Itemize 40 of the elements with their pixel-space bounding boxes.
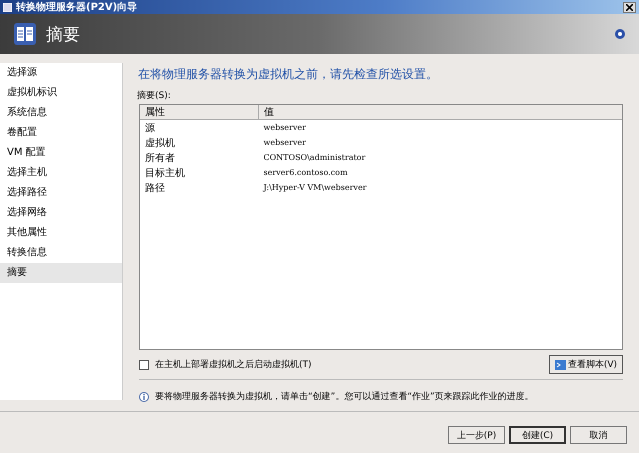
- step-item[interactable]: 选择网络: [0, 203, 122, 223]
- table-cell: 源: [140, 120, 258, 135]
- summary-heading: 在将物理服务器转换为虚拟机之前，请先检查所选设置。: [138, 66, 439, 83]
- wizard-button[interactable]: 上一步(P): [448, 426, 505, 444]
- table-cell-text: server6.contoso.com: [262, 167, 349, 179]
- table-cell: webserver: [258, 120, 622, 135]
- table-cell-text: 所有者: [144, 152, 176, 165]
- table-cell-text: 目标主机: [144, 166, 186, 180]
- page-title: 摘要: [46, 24, 80, 46]
- step-item[interactable]: 虚拟机标识: [0, 83, 122, 103]
- column-header: 属性: [140, 105, 258, 120]
- column-header: 值: [258, 105, 622, 120]
- table-cell-text: webserver: [262, 137, 307, 149]
- step-item[interactable]: 摘要: [0, 263, 122, 283]
- info-text: 要将物理服务器转换为虚拟机，请单击“创建”。您可以通过查看“作业”页来跟踪此作业的进度。: [155, 390, 534, 403]
- window-title: 转换物理服务器(P2V)向导: [16, 0, 138, 14]
- step-item[interactable]: 选择主机: [0, 163, 122, 183]
- step-item[interactable]: 转换信息: [0, 243, 122, 263]
- script-icon: [554, 360, 566, 370]
- step-item[interactable]: 选择源: [0, 63, 122, 83]
- start-checkbox[interactable]: [139, 360, 149, 370]
- close-icon: [626, 4, 633, 10]
- wizard-button[interactable]: 创建(C): [509, 426, 566, 444]
- table-cell-text: J:\Hyper-V VM\webserver: [262, 182, 368, 194]
- window-icon: [3, 2, 12, 12]
- close-button[interactable]: [623, 2, 636, 12]
- step-item[interactable]: 卷配置: [0, 123, 122, 143]
- step-item[interactable]: 选择路径: [0, 183, 122, 203]
- wizard-button[interactable]: 取消: [570, 426, 627, 444]
- document-icon: [14, 23, 36, 45]
- table-cell-text: 路径: [144, 182, 166, 195]
- view-script-button[interactable]: 查看脚本(V): [548, 355, 623, 374]
- table-cell-text: 虚拟机: [144, 136, 176, 150]
- checkbox-label: 在主机上部署虚拟机之后启动虚拟机(T): [155, 358, 312, 371]
- summary-label: 摘要(S):: [137, 90, 172, 102]
- step-item[interactable]: VM 配置: [0, 143, 122, 163]
- step-item[interactable]: 系统信息: [0, 103, 122, 123]
- step-item[interactable]: 其他属性: [0, 223, 122, 243]
- info-icon: [139, 392, 149, 402]
- table-cell-text: CONTOSO\administrator: [262, 152, 366, 164]
